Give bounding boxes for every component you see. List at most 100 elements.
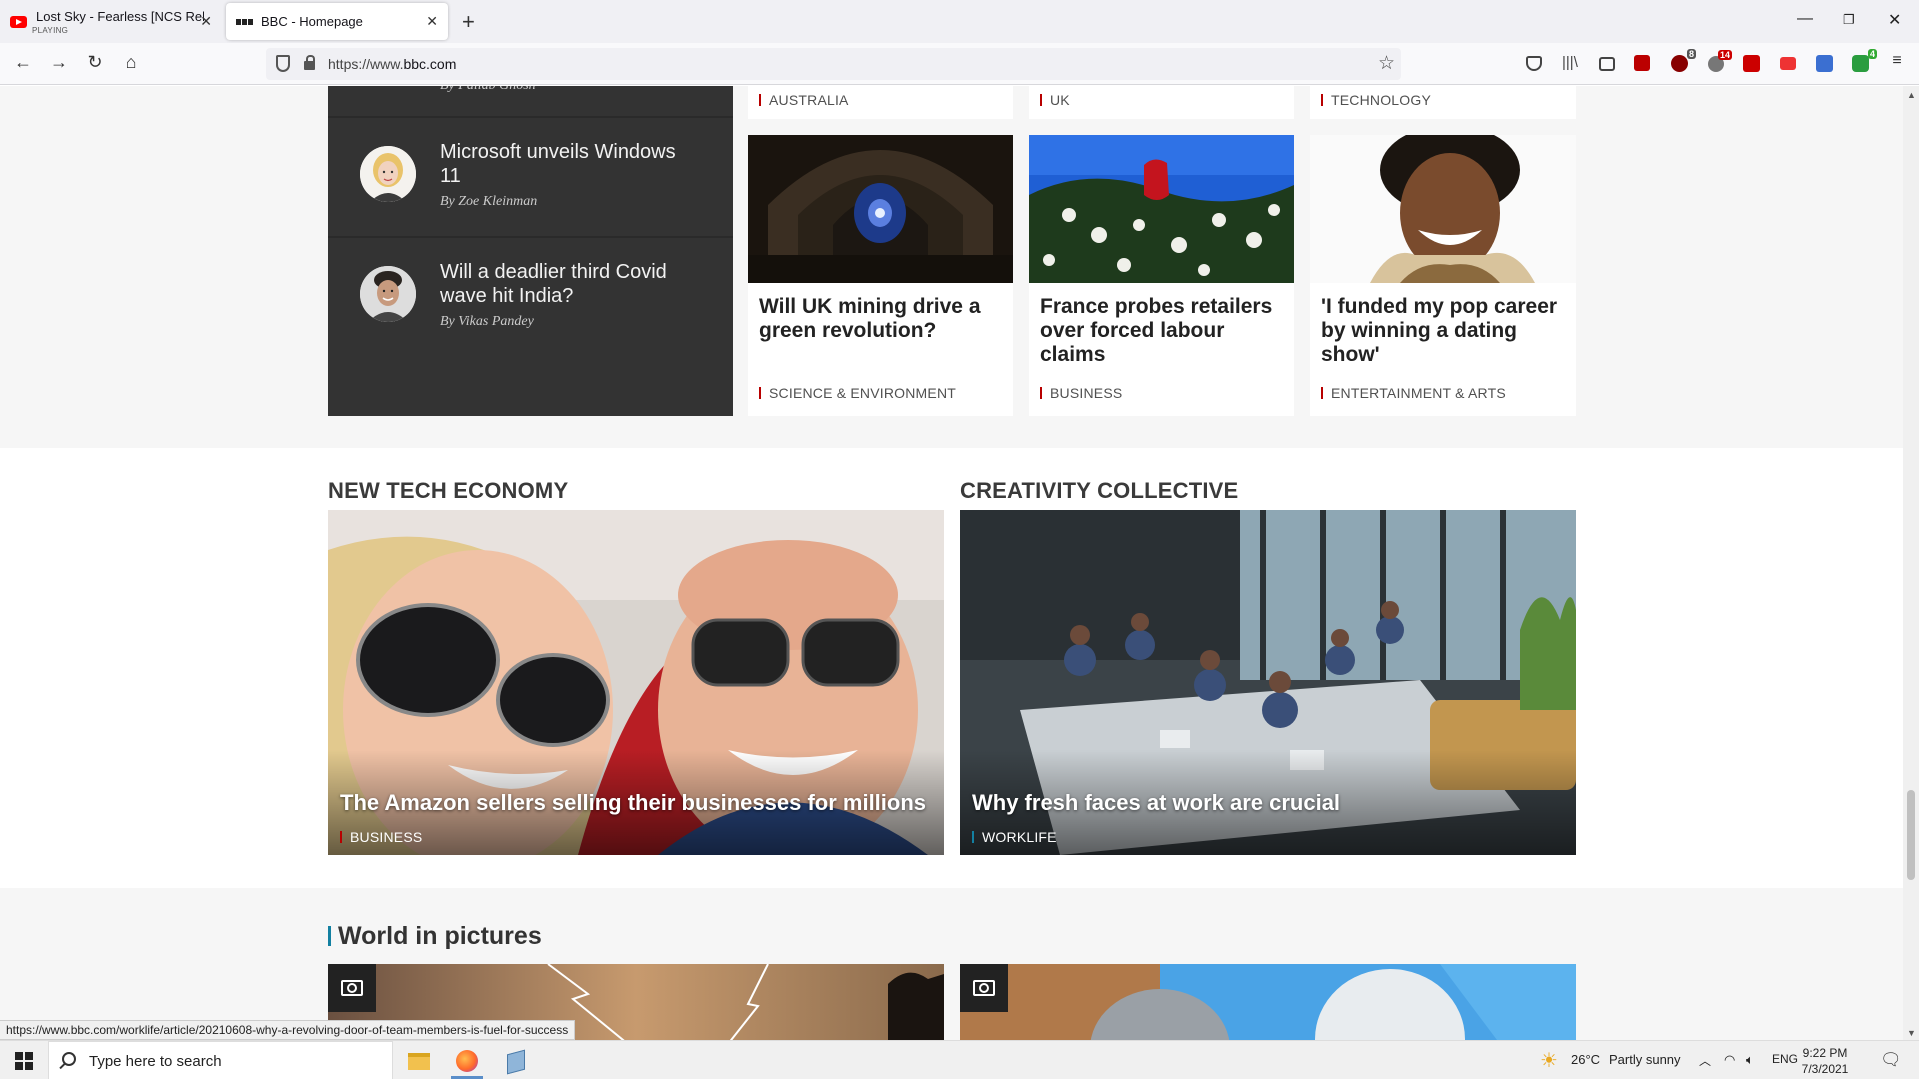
- page-content: By Pallab Ghosh Microsoft unveils Window…: [0, 86, 1903, 1040]
- translate-icon[interactable]: [1816, 55, 1833, 72]
- section-heading-new-tech-economy[interactable]: NEW TECH ECONOMY: [328, 478, 568, 504]
- app-blue-icon[interactable]: [496, 1045, 536, 1079]
- story-card[interactable]: France probes retailers over forced labo…: [1029, 135, 1294, 416]
- feature-headline[interactable]: Why fresh faces at work are crucial: [972, 790, 1340, 816]
- tracking-protection-icon[interactable]: [276, 55, 290, 72]
- volume-icon[interactable]: 🔈︎: [1746, 1052, 1754, 1068]
- tab-bbc[interactable]: BBC - Homepage ✕: [226, 3, 448, 40]
- bookmark-star-icon[interactable]: ☆: [1378, 52, 1395, 75]
- extension-check-badge: 4: [1867, 49, 1877, 59]
- avatar: [360, 146, 416, 202]
- card-tag[interactable]: BUSINESS: [1040, 385, 1122, 401]
- card-tag[interactable]: UK: [1040, 92, 1070, 108]
- camera-icon: [960, 964, 1008, 1012]
- library-icon[interactable]: |||\: [1562, 54, 1582, 74]
- restore-button[interactable]: ❐: [1843, 12, 1855, 28]
- card-headline[interactable]: Will UK mining drive a green revolution?: [759, 295, 1004, 343]
- new-tab-button[interactable]: +: [462, 9, 475, 35]
- forward-button[interactable]: →: [47, 52, 71, 73]
- network-icon[interactable]: ◠: [1724, 1052, 1735, 1068]
- scroll-up-arrow-icon[interactable]: ▲: [1907, 90, 1916, 100]
- pocket-icon[interactable]: [1526, 56, 1542, 71]
- show-hidden-icons-chevron-icon[interactable]: ︿: [1699, 1052, 1711, 1069]
- weather-icon[interactable]: ☀: [1540, 1048, 1558, 1073]
- extension-red-shield-icon[interactable]: [1634, 55, 1650, 71]
- feature-card[interactable]: The Amazon sellers selling their busines…: [328, 510, 944, 855]
- weather-text[interactable]: Partly sunny: [1609, 1052, 1681, 1067]
- clock-time: 9:22 PM: [1802, 1046, 1848, 1060]
- author-item-partial[interactable]: By Pallab Ghosh: [440, 86, 536, 94]
- screenshot-icon[interactable]: [1780, 57, 1796, 70]
- mine-tunnel-image[interactable]: [748, 135, 1013, 283]
- home-button[interactable]: ⌂: [119, 52, 143, 73]
- feature-tag[interactable]: WORKLIFE: [972, 829, 1057, 845]
- link-status-bar: https://www.bbc.com/worklife/article/202…: [0, 1020, 576, 1040]
- scroll-down-arrow-icon[interactable]: ▼: [1907, 1028, 1916, 1038]
- firefox-icon[interactable]: [447, 1045, 487, 1079]
- extension-check-icon[interactable]: 4: [1852, 49, 1877, 72]
- extension-gray-badge: 14: [1717, 50, 1732, 60]
- tab-youtube-playing: PLAYING: [32, 26, 69, 35]
- partial-card[interactable]: AUSTRALIA: [748, 86, 1013, 119]
- ublock-badge: 8: [1686, 49, 1696, 59]
- search-placeholder: Type here to search: [89, 1053, 222, 1070]
- author-panel: By Pallab Ghosh Microsoft unveils Window…: [328, 86, 733, 416]
- scrollbar-thumb[interactable]: [1907, 790, 1915, 880]
- tab-youtube[interactable]: Lost Sky - Fearless [NCS Release] PLAYIN…: [0, 3, 222, 40]
- close-window-button[interactable]: ✕: [1888, 10, 1901, 30]
- url-text[interactable]: https://www.bbc.com: [328, 56, 456, 72]
- minimize-button[interactable]: —: [1797, 10, 1813, 28]
- file-explorer-icon[interactable]: [398, 1045, 438, 1079]
- sidebar-icon[interactable]: [1599, 57, 1615, 71]
- windows-start-icon[interactable]: [15, 1052, 33, 1070]
- author-item[interactable]: Microsoft unveils Windows 11 By Zoe Klei…: [328, 118, 733, 236]
- youtube-icon: [10, 15, 27, 28]
- author-item-byline: By Zoe Kleinman: [440, 194, 538, 209]
- avatar: [360, 266, 416, 322]
- clock[interactable]: 9:22 PM 7/3/2021: [1795, 1045, 1855, 1077]
- story-card[interactable]: 'I funded my pop career by winning a dat…: [1310, 135, 1576, 416]
- navigation-bar: ← → ↻ ⌂ https://www.bbc.com ☆ |||\ 8 14 …: [0, 43, 1919, 85]
- card-tag[interactable]: TECHNOLOGY: [1321, 92, 1431, 108]
- card-headline[interactable]: France probes retailers over forced labo…: [1040, 295, 1285, 367]
- laughing-man-image[interactable]: [1310, 135, 1576, 283]
- card-headline[interactable]: 'I funded my pop career by winning a dat…: [1321, 295, 1566, 367]
- page-scrollbar[interactable]: ▲ ▼: [1903, 86, 1919, 1040]
- windows-taskbar: Type here to search ☀ 26°C Partly sunny …: [0, 1040, 1919, 1079]
- cotton-field-image[interactable]: [1029, 135, 1294, 283]
- author-item-title[interactable]: Will a deadlier third Covid wave hit Ind…: [440, 260, 690, 308]
- partial-card[interactable]: UK: [1029, 86, 1294, 119]
- search-icon: [62, 1052, 76, 1066]
- picture-card[interactable]: [960, 964, 1576, 1040]
- card-tag[interactable]: ENTERTAINMENT & ARTS: [1321, 385, 1506, 401]
- close-tab-icon[interactable]: ✕: [200, 13, 212, 30]
- author-item-byline: By Vikas Pandey: [440, 314, 534, 329]
- world-in-pictures-section: [0, 888, 1903, 1040]
- ublock-icon[interactable]: 8: [1671, 49, 1696, 72]
- reload-button[interactable]: ↻: [83, 52, 107, 73]
- menu-icon[interactable]: ≡: [1885, 52, 1909, 70]
- camera-icon: [328, 964, 376, 1012]
- section-heading-creativity-collective[interactable]: CREATIVITY COLLECTIVE: [960, 478, 1238, 504]
- world-in-pictures-heading[interactable]: World in pictures: [328, 922, 542, 951]
- card-tag[interactable]: SCIENCE & ENVIRONMENT: [759, 385, 956, 401]
- feature-card[interactable]: Why fresh faces at work are crucial WORK…: [960, 510, 1576, 855]
- feature-tag[interactable]: BUSINESS: [340, 829, 422, 845]
- extension-gray-icon[interactable]: 14: [1708, 50, 1732, 72]
- card-tag[interactable]: AUSTRALIA: [759, 92, 849, 108]
- weather-temp[interactable]: 26°C: [1571, 1052, 1600, 1067]
- tab-bar: Lost Sky - Fearless [NCS Release] PLAYIN…: [0, 0, 1919, 43]
- notifications-icon[interactable]: 🗨︎: [1880, 1050, 1902, 1070]
- lock-icon[interactable]: [304, 55, 315, 70]
- back-button[interactable]: ←: [11, 52, 35, 73]
- close-tab-icon[interactable]: ✕: [426, 13, 438, 30]
- address-bar[interactable]: https://www.bbc.com ☆: [266, 48, 1401, 80]
- feature-headline[interactable]: The Amazon sellers selling their busines…: [340, 790, 926, 816]
- author-item[interactable]: Will a deadlier third Covid wave hit Ind…: [328, 238, 733, 356]
- bbc-favicon-icon: [236, 18, 253, 25]
- extension-pen-icon[interactable]: [1743, 55, 1760, 72]
- taskbar-search-input[interactable]: Type here to search: [48, 1041, 393, 1079]
- partial-card[interactable]: TECHNOLOGY: [1310, 86, 1576, 119]
- author-item-title[interactable]: Microsoft unveils Windows 11: [440, 140, 690, 188]
- story-card[interactable]: Will UK mining drive a green revolution?…: [748, 135, 1013, 416]
